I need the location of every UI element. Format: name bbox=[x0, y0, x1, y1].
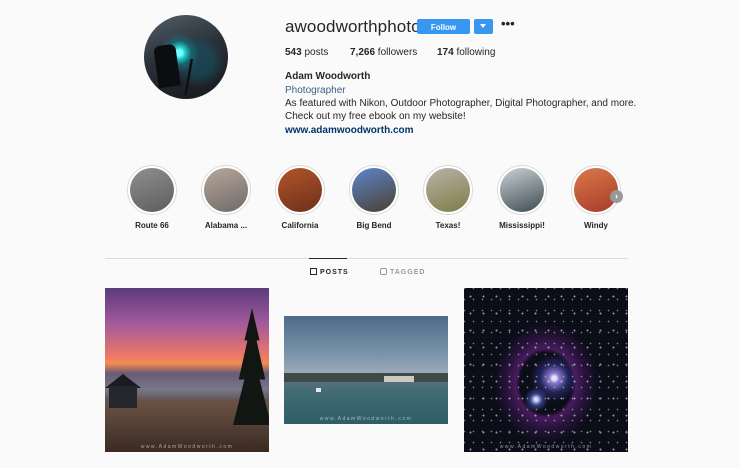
highlight-cover bbox=[574, 168, 618, 212]
tab-tagged-label: TAGGED bbox=[390, 269, 426, 276]
profile-category: Photographer bbox=[285, 85, 346, 96]
posts-count: 543 bbox=[285, 47, 302, 58]
avatar-tripod bbox=[174, 59, 204, 95]
tab-posts[interactable]: POSTS bbox=[310, 268, 349, 276]
post-image-detail bbox=[384, 376, 414, 382]
highlight-california[interactable]: California bbox=[270, 165, 330, 230]
post-watermark: www.AdamWoodworth.com bbox=[499, 444, 593, 450]
following-count: 174 bbox=[437, 47, 454, 58]
highlight-cover bbox=[204, 168, 248, 212]
highlight-mississippi[interactable]: Mississippi! bbox=[492, 165, 552, 230]
highlight-route-66[interactable]: Route 66 bbox=[122, 165, 182, 230]
highlight-ring bbox=[423, 165, 473, 215]
highlight-label: Alabama ... bbox=[204, 221, 248, 230]
bio-line: Check out my free ebook on my website! bbox=[285, 111, 466, 122]
highlight-ring bbox=[497, 165, 547, 215]
post-thumbnail[interactable]: www.AdamWoodworth.com bbox=[284, 316, 448, 424]
profile-full-name: Adam Woodworth bbox=[285, 71, 371, 82]
post-watermark: www.AdamWoodworth.com bbox=[319, 416, 413, 422]
profile-avatar[interactable] bbox=[144, 15, 228, 99]
highlight-cover bbox=[500, 168, 544, 212]
grid-icon bbox=[310, 268, 317, 275]
active-tab-indicator bbox=[309, 258, 347, 259]
post-thumbnail[interactable]: www.AdamWoodworth.com bbox=[464, 288, 628, 452]
tab-tagged[interactable]: TAGGED bbox=[380, 268, 425, 276]
more-options-icon[interactable]: ••• bbox=[501, 17, 515, 34]
following-label: following bbox=[453, 47, 496, 58]
tagged-user-icon bbox=[380, 268, 387, 275]
tab-posts-label: POSTS bbox=[320, 269, 349, 276]
bio-line: As featured with Nikon, Outdoor Photogra… bbox=[285, 98, 637, 109]
highlight-alabama[interactable]: Alabama ... bbox=[196, 165, 256, 230]
followers-stat[interactable]: 7,266 followers bbox=[350, 47, 417, 58]
followers-count: 7,266 bbox=[350, 47, 376, 58]
highlight-ring bbox=[127, 165, 177, 215]
post-thumbnail[interactable]: www.AdamWoodworth.com bbox=[105, 288, 269, 452]
chevron-right-icon[interactable]: › bbox=[610, 190, 623, 203]
highlight-texas[interactable]: Texas! bbox=[418, 165, 478, 230]
highlight-label: California bbox=[281, 221, 319, 230]
tabs-divider bbox=[105, 258, 628, 259]
posts-count-stat: 543 posts bbox=[285, 47, 328, 58]
highlight-cover bbox=[278, 168, 322, 212]
post-image-detail bbox=[316, 388, 321, 392]
following-stat[interactable]: 174 following bbox=[437, 47, 495, 58]
post-image-detail bbox=[284, 373, 448, 382]
highlight-label: Big Bend bbox=[356, 221, 392, 230]
post-watermark: www.AdamWoodworth.com bbox=[140, 444, 234, 450]
highlight-label: Route 66 bbox=[135, 221, 169, 230]
highlight-ring bbox=[275, 165, 325, 215]
profile-username: awoodworthphoto bbox=[285, 17, 421, 36]
follow-button[interactable]: Follow bbox=[417, 19, 470, 34]
highlight-cover bbox=[130, 168, 174, 212]
suggested-dropdown-button[interactable] bbox=[474, 19, 493, 34]
highlight-label: Texas! bbox=[435, 221, 461, 230]
posts-label: posts bbox=[301, 47, 329, 58]
highlight-ring bbox=[201, 165, 251, 215]
highlight-cover bbox=[426, 168, 470, 212]
highlight-big-bend[interactable]: Big Bend bbox=[344, 165, 404, 230]
post-image-detail bbox=[464, 288, 628, 452]
followers-label: followers bbox=[375, 47, 418, 58]
highlight-label: Mississippi! bbox=[499, 221, 545, 230]
highlight-cover bbox=[352, 168, 396, 212]
post-image-detail bbox=[109, 386, 137, 408]
profile-website-link[interactable]: www.adamwoodworth.com bbox=[285, 125, 414, 136]
highlight-label: Windy bbox=[584, 221, 608, 230]
highlight-ring bbox=[349, 165, 399, 215]
post-image-detail bbox=[233, 308, 269, 425]
